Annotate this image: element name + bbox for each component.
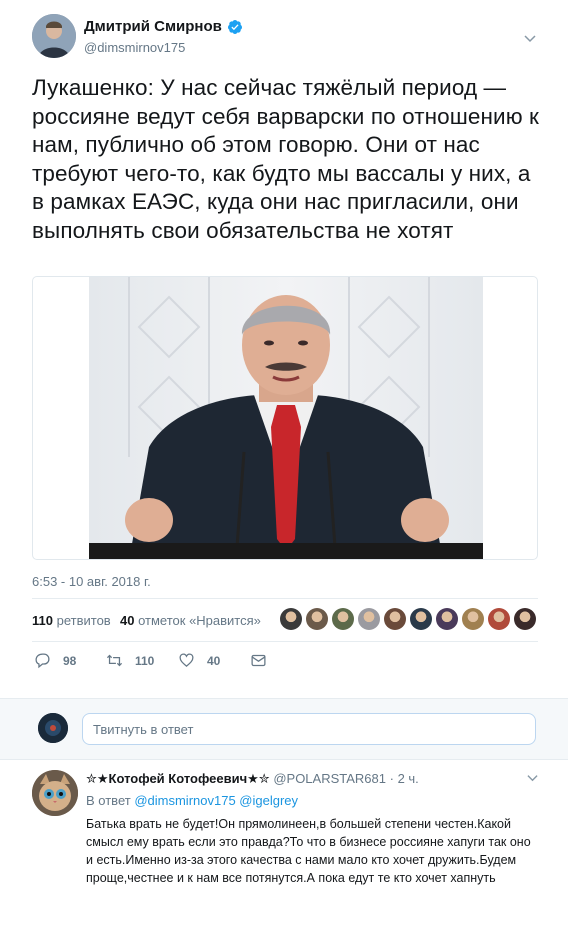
liker-avatar[interactable]: [410, 608, 432, 630]
retweet-icon: [106, 654, 123, 667]
reply-time[interactable]: · 2 ч.: [390, 771, 419, 786]
liker-avatar[interactable]: [436, 608, 458, 630]
likers-avatars[interactable]: [280, 608, 536, 632]
tweet-stats: 110 ретвитов 40 отметок «Нравится»: [32, 598, 538, 642]
retweets-count[interactable]: 110: [32, 613, 53, 628]
liker-avatar[interactable]: [306, 608, 328, 630]
reply-to-user-link[interactable]: @dimsmirnov175: [134, 793, 235, 808]
reply-author-name[interactable]: ✮★Котофей Котофеевич★✮: [86, 771, 270, 786]
retweet-button[interactable]: 110: [106, 652, 154, 669]
heart-icon: [179, 653, 194, 667]
likes-stat[interactable]: 40 отметок «Нравится»: [120, 613, 261, 628]
photo-image: [89, 277, 483, 559]
reply-author-avatar[interactable]: [32, 770, 78, 816]
liker-avatar[interactable]: [280, 608, 302, 630]
chevron-down-icon[interactable]: [527, 772, 538, 783]
likes-count[interactable]: 40: [120, 613, 134, 628]
reply-to-line: В ответ @dimsmirnov175 @igelgrey: [86, 793, 298, 808]
reply-to-label: В ответ: [86, 793, 131, 808]
reply-to-user-link[interactable]: @igelgrey: [239, 793, 298, 808]
liker-avatar[interactable]: [358, 608, 380, 630]
reply-button[interactable]: 98: [34, 652, 76, 669]
reply-tweet[interactable]: ✮★Котофей Котофеевич★✮ @POLARSTAR681 · 2…: [0, 760, 568, 938]
liker-avatar[interactable]: [332, 608, 354, 630]
liker-avatar[interactable]: [384, 608, 406, 630]
tweet-header: Дмитрий Смирнов @dimsmirnov175: [32, 14, 542, 62]
envelope-icon: [251, 654, 266, 667]
liker-avatar[interactable]: [462, 608, 484, 630]
retweets-label[interactable]: ретвитов: [57, 613, 111, 628]
author-handle[interactable]: @dimsmirnov175: [84, 40, 185, 55]
liker-avatar[interactable]: [488, 608, 510, 630]
liker-avatar[interactable]: [514, 608, 536, 630]
reply-header: ✮★Котофей Котофеевич★✮ @POLARSTAR681 · 2…: [86, 771, 419, 787]
reply-text: Батька врать не будет!Он прямолинеен,в б…: [86, 817, 531, 885]
chevron-down-icon[interactable]: [524, 32, 536, 44]
reply-author-handle[interactable]: @POLARSTAR681: [273, 771, 386, 786]
author-name[interactable]: Дмитрий Смирнов: [84, 18, 243, 35]
reply-input[interactable]: Твитнуть в ответ: [82, 713, 536, 745]
like-count: 40: [207, 653, 221, 668]
tweet-photo[interactable]: [32, 276, 538, 560]
reply-icon: [35, 653, 50, 669]
tweet-text: Лукашенко: У нас сейчас тяжёлый период —…: [32, 75, 539, 243]
retweets-stat[interactable]: 110 ретвитов: [32, 613, 111, 628]
tweet-actions: 98 110 40: [32, 652, 332, 676]
tweet-timestamp[interactable]: 6:53 - 10 авг. 2018 г.: [32, 574, 151, 589]
like-button[interactable]: 40: [178, 652, 220, 669]
reply-composer: Твитнуть в ответ: [0, 698, 568, 760]
author-name-text[interactable]: Дмитрий Смирнов: [84, 18, 222, 35]
author-avatar[interactable]: [32, 14, 76, 58]
retweet-count: 110: [135, 653, 155, 668]
likes-label[interactable]: отметок «Нравится»: [138, 613, 261, 628]
direct-message-button[interactable]: [250, 652, 267, 669]
verified-badge-icon: [227, 19, 242, 34]
user-avatar[interactable]: [38, 713, 68, 743]
reply-count: 98: [63, 653, 77, 668]
